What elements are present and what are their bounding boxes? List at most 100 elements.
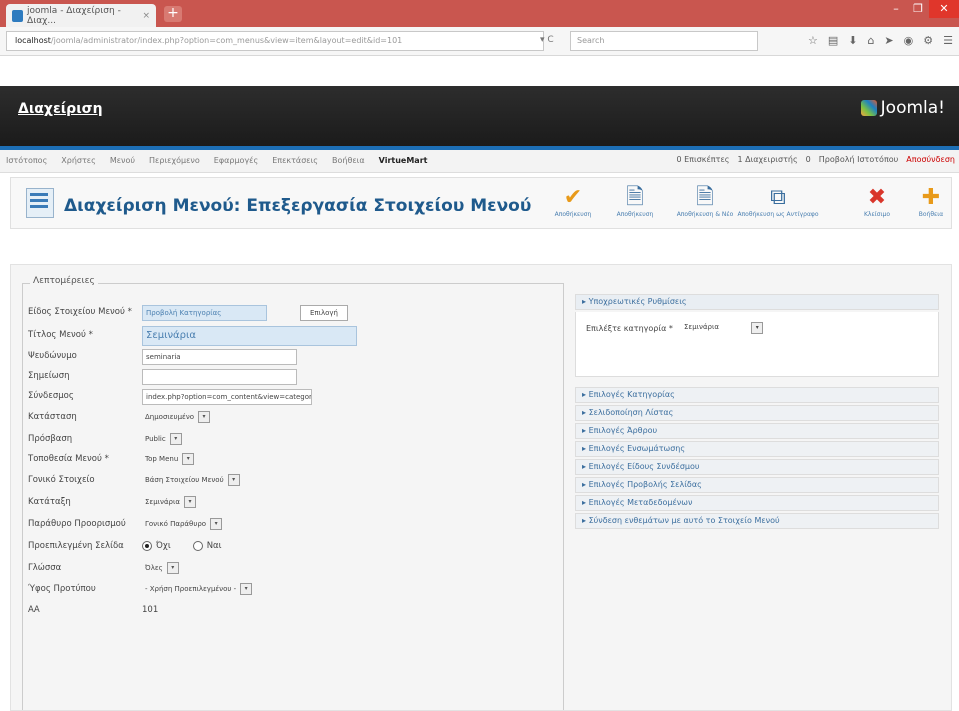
select-field[interactable]: Βάση Στοιχείου Μενού ▾ (142, 473, 240, 487)
admin-menu-item[interactable]: Χρήστες (61, 156, 96, 165)
accordion-label: Επιλογές Ενσωμάτωσης (588, 444, 686, 453)
select-field[interactable]: Γονικό Παράθυρο ▾ (142, 517, 223, 531)
note-field[interactable] (142, 369, 297, 385)
category-select[interactable]: Σεμινάρια ▾ (684, 322, 764, 334)
reload-icon[interactable]: ▾ C (540, 31, 568, 49)
browser-search-input[interactable]: Search (570, 31, 758, 51)
select-field[interactable]: - Χρήση Προεπιλεγμένου - ▾ (142, 582, 253, 596)
toolbar-button-icon: 🗎 (626, 185, 644, 210)
admin-header (0, 86, 959, 146)
accordion-required-settings[interactable]: ▸ Υποχρεωτικές Ρυθμίσεις (575, 294, 939, 310)
menu-title-field[interactable]: Σεμινάρια (142, 326, 357, 346)
toolbar-button[interactable]: ✚ Βοήθεια (906, 185, 956, 218)
alias-field[interactable]: seminaria (142, 349, 297, 365)
url-host: localhost (15, 36, 51, 45)
accordion-label: Επιλογές Είδους Συνδέσμου (588, 462, 700, 471)
form-row: Τίτλος Μενού * Σεμινάρια (28, 326, 548, 346)
select-field[interactable]: Σεμινάρια ▾ (142, 495, 196, 509)
admin-title-link[interactable]: Διαχείριση (18, 101, 103, 117)
field-label: Κατάταξη (28, 497, 71, 507)
browser-toolbar-icon[interactable]: ☆ (808, 34, 818, 47)
chevron-down-icon: ▾ (227, 474, 240, 486)
toolbar-button-label: Αποθήκευση & Νέο (676, 211, 734, 218)
browser-tab[interactable]: joomla - Διαχείριση - Διαχ... × (6, 4, 156, 27)
field-label: Ψευδώνυμο (28, 351, 77, 361)
form-row: Γονικό Στοιχείο Βάση Στοιχείου Μενού ▾ (28, 471, 548, 489)
admin-menu-item[interactable]: Βοήθεια (332, 156, 365, 165)
maximize-button[interactable]: ❐ (907, 0, 929, 18)
accordion-section[interactable]: ▸ Σελιδοποίηση Λίστας (575, 405, 939, 421)
accordion-label: Επιλογές Προβολής Σελίδας (588, 480, 702, 489)
select-type-button[interactable]: Επιλογή (300, 305, 348, 321)
browser-toolbar-icon[interactable]: ⚙ (923, 34, 933, 47)
toolbar-button[interactable]: ⧉ Αποθήκευση ως Αντίγραφο (736, 185, 820, 218)
browser-nav-bar: localhost/joomla/administrator/index.php… (0, 27, 959, 56)
form-row: Προεπιλεγμένη Σελίδα Όχι Ναι (28, 537, 548, 555)
accordion-section[interactable]: ▸ Επιλογές Είδους Συνδέσμου (575, 459, 939, 475)
radio-option[interactable]: Όχι (142, 537, 171, 555)
admin-menu-item[interactable]: Μενού (110, 156, 135, 165)
browser-toolbar-icon[interactable]: ☰ (943, 34, 953, 47)
browser-toolbar-icon[interactable]: ⬇ (848, 34, 857, 47)
accordion-section[interactable]: ▸ Επιλογές Μεταδεδομένων (575, 495, 939, 511)
admin-menu-item[interactable]: Επεκτάσεις (272, 156, 318, 165)
accordion-section[interactable]: ▸ Επιλογές Προβολής Σελίδας (575, 477, 939, 493)
minimize-button[interactable]: – (885, 0, 907, 18)
toolbar-button[interactable]: ✔ Αποθήκευση (548, 185, 598, 218)
toolbar-button[interactable]: 🗎 Αποθήκευση (610, 185, 660, 218)
fieldset-legend: Λεπτομέρειες (30, 276, 98, 286)
form-row: Γλώσσα Όλες ▾ (28, 559, 548, 577)
admin-menu-item[interactable]: Περιεχόμενο (149, 156, 200, 165)
window-close-button[interactable]: ✕ (929, 0, 959, 18)
select-value: Σεμινάρια (145, 498, 180, 506)
select-value: Όλες (145, 564, 163, 572)
form-row: Παράθυρο Προορισμού Γονικό Παράθυρο ▾ (28, 515, 548, 533)
select-field[interactable]: Όλες ▾ (142, 561, 179, 575)
select-value: Γονικό Παράθυρο (145, 520, 207, 528)
accordion-section[interactable]: ▸ Επιλογές Άρθρου (575, 423, 939, 439)
joomla-logo: Joomla! (860, 98, 945, 118)
accordion-label: Επιλογές Κατηγορίας (588, 390, 675, 399)
browser-toolbar-icon[interactable]: ▤ (828, 34, 838, 47)
browser-toolbar-icon[interactable]: ➤ (884, 34, 893, 47)
form-row: Κατάταξη Σεμινάρια ▾ (28, 493, 548, 511)
accordion-label: Σελιδοποίηση Λίστας (588, 408, 674, 417)
category-label: Επιλέξτε κατηγορία * (586, 324, 673, 333)
chevron-down-icon: ▾ (183, 496, 196, 508)
browser-tab-bar: joomla - Διαχείριση - Διαχ... × + – ❐ ✕ (0, 0, 959, 27)
accordion-section[interactable]: ▸ Επιλογές Κατηγορίας (575, 387, 939, 403)
select-field[interactable]: Top Menu ▾ (142, 452, 195, 466)
new-tab-button[interactable]: + (164, 6, 182, 22)
form-row: Τοποθεσία Μενού * Top Menu ▾ (28, 450, 548, 468)
accordion-section[interactable]: ▸ Επιλογές Ενσωμάτωσης (575, 441, 939, 457)
accordion-label: Επιλογές Άρθρου (588, 426, 658, 435)
status-item[interactable]: Αποσύνδεση (906, 155, 955, 164)
browser-toolbar-icon[interactable]: ◉ (904, 34, 914, 47)
select-value: Top Menu (145, 455, 179, 463)
link-field[interactable]: index.php?option=com_content&view=catego… (142, 389, 312, 405)
status-item[interactable]: Προβολή Ιστοτόπου (819, 155, 899, 164)
field-label: Είδος Στοιχείου Μενού * (28, 307, 132, 317)
menu-item-type-field: Προβολή Κατηγορίας (142, 305, 267, 321)
toolbar-button[interactable]: 🗎 Αποθήκευση & Νέο (674, 185, 736, 218)
address-bar[interactable]: localhost/joomla/administrator/index.php… (6, 31, 544, 51)
admin-menu-item[interactable]: Ιστότοπος (6, 156, 47, 165)
radio-label: Όχι (156, 541, 171, 551)
tab-close-icon[interactable]: × (142, 11, 150, 21)
field-label: Γονικό Στοιχείο (28, 475, 95, 485)
browser-toolbar-icon[interactable]: ⌂ (867, 34, 874, 47)
page-title: Διαχείριση Μενού: Επεξεργασία Στοιχείου … (64, 196, 532, 216)
select-field[interactable]: Public ▾ (142, 432, 182, 446)
toolbar-button-label: Αποθήκευση (554, 211, 592, 218)
accordion-section[interactable]: ▸ Σύνδεση ενθεμάτων με αυτό το Στοιχείο … (575, 513, 939, 529)
chevron-down-icon: ▾ (751, 322, 764, 334)
form-row: Ψευδώνυμο seminaria (28, 347, 548, 365)
toolbar-button[interactable]: ✖ Κλείσιμο (852, 185, 902, 218)
admin-menu-item[interactable]: VirtueMart (379, 156, 428, 165)
select-field[interactable]: Δημοσιευμένο ▾ (142, 410, 211, 424)
tab-title: joomla - Διαχείριση - Διαχ... (27, 5, 121, 26)
toolbar-button-icon: 🗎 (696, 185, 714, 210)
form-row: ΑΑ 101 (28, 601, 548, 619)
admin-menu-item[interactable]: Εφαρμογές (214, 156, 258, 165)
radio-option[interactable]: Ναι (192, 537, 222, 555)
